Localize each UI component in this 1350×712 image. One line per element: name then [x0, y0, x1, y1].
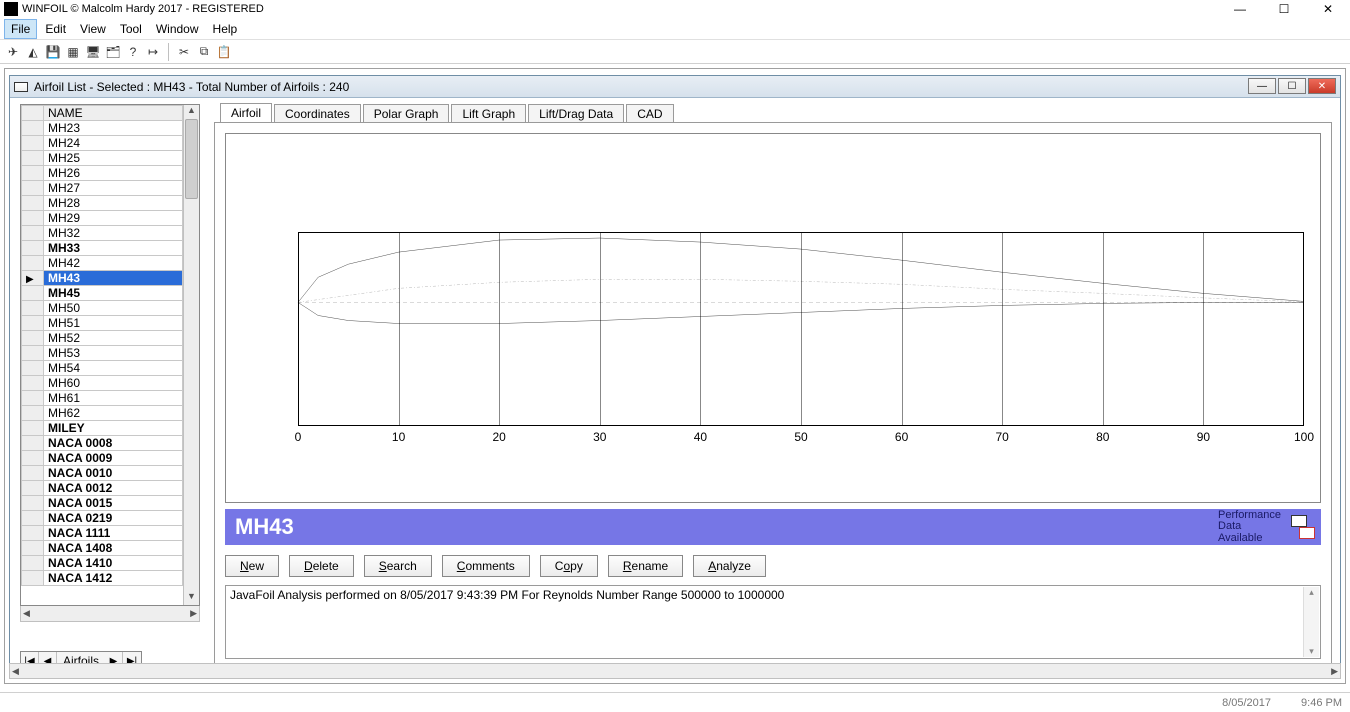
tab-lift[interactable]: Lift Graph	[451, 104, 526, 123]
list-hscrollbar[interactable]: ◀▶	[20, 606, 200, 622]
list-item[interactable]: NACA 0010	[22, 466, 183, 481]
list-item[interactable]: MH42	[22, 256, 183, 271]
chart-icon	[1291, 515, 1315, 539]
list-item[interactable]: MH52	[22, 331, 183, 346]
child-maximize-button[interactable]: ☐	[1278, 78, 1306, 94]
child-minimize-button[interactable]: —	[1248, 78, 1276, 94]
copy-button[interactable]: Copy	[540, 555, 598, 577]
analysis-message: JavaFoil Analysis performed on 8/05/2017…	[230, 588, 784, 602]
window-titlebar: WINFOIL © Malcolm Hardy 2017 - REGISTERE…	[0, 0, 1350, 18]
airfoil-list-window: Airfoil List - Selected : MH43 - Total N…	[9, 75, 1341, 679]
list-item[interactable]: NACA 0008	[22, 436, 183, 451]
menu-window[interactable]: Window	[150, 20, 205, 38]
list-item[interactable]: MH62	[22, 406, 183, 421]
exit-icon[interactable]: ↦	[144, 43, 162, 61]
list-item[interactable]: NACA 0009	[22, 451, 183, 466]
menu-help[interactable]: Help	[207, 20, 244, 38]
analyze-button[interactable]: Analyze	[693, 555, 766, 577]
comments-button[interactable]: Comments	[442, 555, 530, 577]
tool6-icon[interactable]: 🗂	[104, 43, 122, 61]
message-vscrollbar[interactable]: ▴▾	[1303, 587, 1319, 657]
cut-icon[interactable]: ✂	[175, 43, 193, 61]
performance-data-label: Performance Data Available	[1218, 510, 1285, 545]
list-item[interactable]: NACA 0012	[22, 481, 183, 496]
list-vscrollbar[interactable]: ▲ ▼	[183, 105, 199, 605]
menu-tool[interactable]: Tool	[114, 20, 148, 38]
maximize-button[interactable]: ☐	[1262, 0, 1306, 18]
selected-airfoil-banner: MH43 Performance Data Available	[225, 509, 1321, 545]
window-title: WINFOIL © Malcolm Hardy 2017 - REGISTERE…	[22, 3, 264, 15]
menu-file[interactable]: File	[4, 19, 37, 39]
paste-icon[interactable]: 📋	[215, 43, 233, 61]
menu-edit[interactable]: Edit	[39, 20, 72, 38]
list-item[interactable]: MILEY	[22, 421, 183, 436]
status-time: 9:46 PM	[1301, 697, 1342, 709]
airfoil-chart: 0102030405060708090100	[225, 133, 1321, 503]
list-item[interactable]: MH26	[22, 166, 183, 181]
delete-button[interactable]: Delete	[289, 555, 354, 577]
list-item[interactable]: NACA 1111	[22, 526, 183, 541]
list-item[interactable]: NACA 1412	[22, 571, 183, 586]
search-button[interactable]: Search	[364, 555, 432, 577]
airfoil-sidebar: NAMEMH23MH24MH25MH26MH27MH28MH29MH32MH33…	[10, 98, 206, 678]
app-client-area: Airfoil List - Selected : MH43 - Total N…	[4, 68, 1346, 684]
tool4-icon[interactable]: ▦	[64, 43, 82, 61]
list-item[interactable]: MH25	[22, 151, 183, 166]
help-icon[interactable]: ?	[124, 43, 142, 61]
list-item[interactable]: MH54	[22, 361, 183, 376]
child-window-title: Airfoil List - Selected : MH43 - Total N…	[34, 80, 349, 94]
child-window-icon	[14, 82, 28, 92]
menu-view[interactable]: View	[74, 20, 112, 38]
child-titlebar[interactable]: Airfoil List - Selected : MH43 - Total N…	[10, 76, 1340, 98]
minimize-button[interactable]: —	[1218, 0, 1262, 18]
tab-polar[interactable]: Polar Graph	[363, 104, 450, 123]
action-buttons: New Delete Search Comments Copy Rename A…	[225, 555, 766, 577]
list-item[interactable]: NACA 0219	[22, 511, 183, 526]
list-item[interactable]: MH27	[22, 181, 183, 196]
list-item[interactable]: MH23	[22, 121, 183, 136]
statusbar: 8/05/2017 9:46 PM	[0, 692, 1350, 712]
airfoil-icon[interactable]: ✈	[4, 43, 22, 61]
status-date: 8/05/2017	[1222, 697, 1271, 709]
list-item[interactable]: MH32	[22, 226, 183, 241]
tool2-icon[interactable]: ◭	[24, 43, 42, 61]
tool5-icon[interactable]: 🖥	[84, 43, 102, 61]
list-item[interactable]: NACA 1408	[22, 541, 183, 556]
list-item[interactable]: MH29	[22, 211, 183, 226]
list-item[interactable]: MH61	[22, 391, 183, 406]
toolbar: ✈ ◭ 💾 ▦ 🖥 🗂 ? ↦ ✂ ⧉ 📋	[0, 40, 1350, 64]
airfoil-list[interactable]: NAMEMH23MH24MH25MH26MH27MH28MH29MH32MH33…	[20, 104, 200, 606]
selected-airfoil-name: MH43	[235, 514, 294, 540]
tab-liftdrag[interactable]: Lift/Drag Data	[528, 104, 624, 123]
tab-cad[interactable]: CAD	[626, 104, 673, 123]
list-item[interactable]: NACA 0015	[22, 496, 183, 511]
analysis-message-box[interactable]: JavaFoil Analysis performed on 8/05/2017…	[225, 585, 1321, 659]
list-item[interactable]: MH28	[22, 196, 183, 211]
tab-coordinates[interactable]: Coordinates	[274, 104, 361, 123]
toolbar-sep	[168, 43, 169, 61]
close-button[interactable]: ✕	[1306, 0, 1350, 18]
list-item[interactable]: MH51	[22, 316, 183, 331]
menubar: File Edit View Tool Window Help	[0, 18, 1350, 40]
list-item[interactable]: MH53	[22, 346, 183, 361]
tabstrip: Airfoil Coordinates Polar Graph Lift Gra…	[214, 100, 1332, 122]
save-icon[interactable]: 💾	[44, 43, 62, 61]
list-item[interactable]: ▶MH43	[22, 271, 183, 286]
list-item[interactable]: MH45	[22, 286, 183, 301]
list-item[interactable]: MH60	[22, 376, 183, 391]
tab-airfoil[interactable]: Airfoil	[220, 103, 272, 123]
copy-icon[interactable]: ⧉	[195, 43, 213, 61]
list-item[interactable]: MH24	[22, 136, 183, 151]
main-area: Airfoil Coordinates Polar Graph Lift Gra…	[206, 98, 1340, 678]
list-item[interactable]: MH33	[22, 241, 183, 256]
new-button[interactable]: New	[225, 555, 279, 577]
rename-button[interactable]: Rename	[608, 555, 683, 577]
list-item[interactable]: MH50	[22, 301, 183, 316]
list-item[interactable]: NACA 1410	[22, 556, 183, 571]
app-hscrollbar[interactable]: ◀▶	[9, 663, 1341, 679]
app-icon	[4, 2, 18, 16]
child-close-button[interactable]: ✕	[1308, 78, 1336, 94]
tab-page: 0102030405060708090100 MH43 Performance …	[214, 122, 1332, 670]
